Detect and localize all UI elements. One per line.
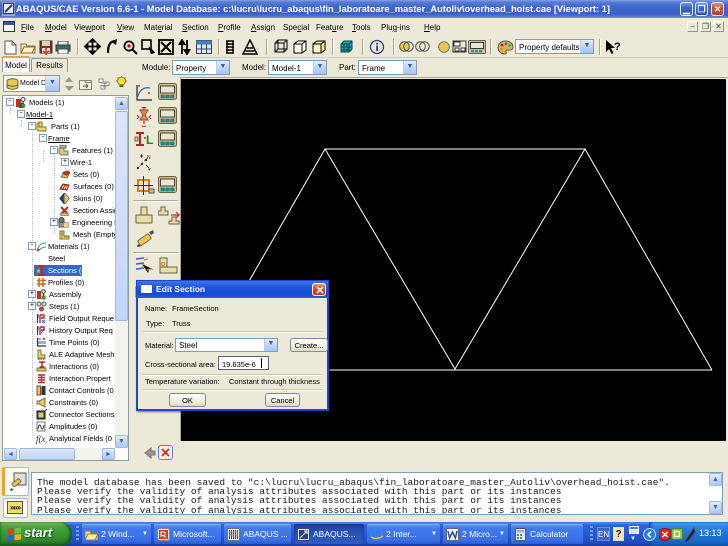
svg-text:L: L bbox=[146, 133, 153, 147]
svg-text:?: ? bbox=[614, 41, 621, 53]
svg-text:f(x): f(x) bbox=[36, 434, 47, 444]
svg-text:N: N bbox=[147, 155, 151, 161]
